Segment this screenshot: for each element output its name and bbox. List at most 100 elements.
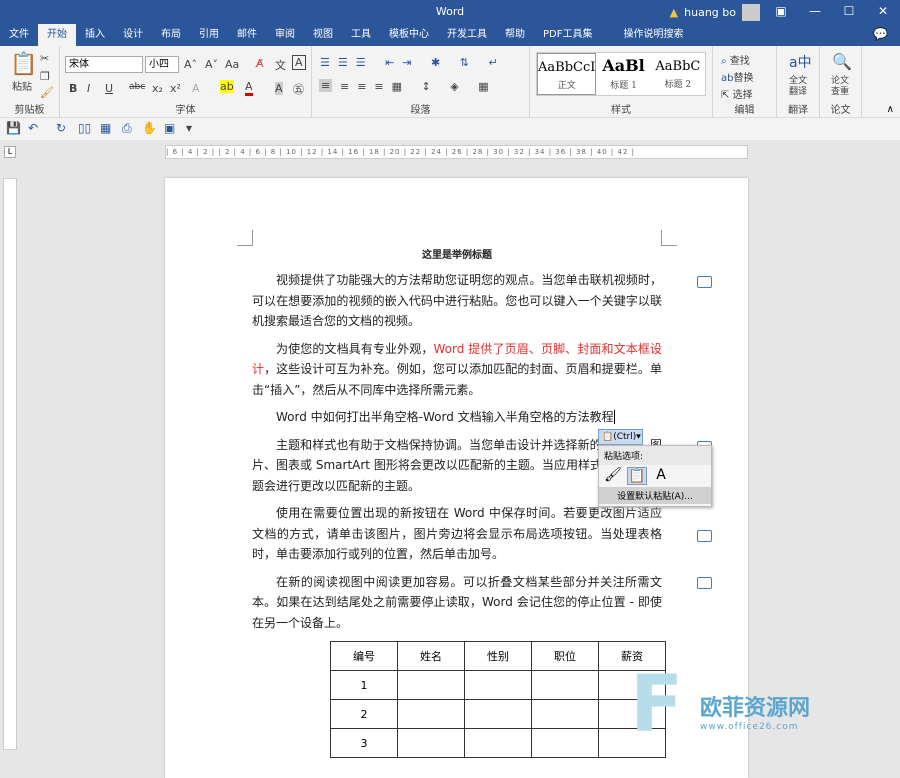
table-icon[interactable]: ▦ (100, 121, 111, 135)
tab-7[interactable]: 审阅 (266, 24, 304, 46)
tab-selector[interactable]: L (4, 146, 16, 158)
tab-8[interactable]: 视图 (304, 24, 342, 46)
close-icon[interactable]: ✕ (866, 0, 900, 22)
shrink-font-icon[interactable]: A˅ (205, 58, 218, 71)
table-cell[interactable] (531, 670, 599, 700)
underline-icon[interactable]: U (105, 82, 113, 95)
table-cell[interactable] (464, 728, 532, 758)
comments-icon[interactable]: 💬 (873, 27, 888, 41)
text: 为使您的文档具有专业外观， (276, 341, 434, 356)
save-icon[interactable]: 💾 (6, 121, 21, 135)
copy-icon[interactable]: ❐ (40, 70, 50, 83)
clear-format-icon[interactable]: A̸ (256, 57, 264, 70)
header-cell[interactable]: 姓名 (397, 641, 465, 671)
table-cell[interactable] (397, 670, 465, 700)
find-button[interactable]: ⌕ 查找 (721, 52, 750, 67)
comment-icon[interactable] (697, 530, 712, 542)
list-icons[interactable]: ☰☰☰ ⇤⇥ ✱ ⇅ ↵ (320, 56, 506, 69)
tab-12[interactable]: 帮助 (496, 24, 534, 46)
enclose-char-icon[interactable]: ㊄ (293, 81, 304, 97)
table-cell[interactable] (464, 699, 532, 729)
merge-format-icon[interactable]: 📋 (627, 467, 647, 485)
minimize-icon[interactable]: — (798, 0, 832, 22)
table-cell[interactable] (531, 699, 599, 729)
paste-button[interactable]: 粘贴 (12, 78, 32, 93)
phonetic-icon[interactable]: 文 (275, 57, 286, 73)
tab-14[interactable]: 操作说明搜索 (601, 24, 692, 46)
table-cell[interactable]: 3 (330, 728, 398, 758)
tab-10[interactable]: 模板中心 (380, 24, 438, 46)
tab-2[interactable]: 插入 (76, 24, 114, 46)
keep-source-format-icon[interactable]: 🖌 (603, 467, 623, 485)
translate-icon[interactable]: a中 (789, 52, 812, 72)
tab-4[interactable]: 布局 (152, 24, 190, 46)
paste-icon[interactable]: 📋 (10, 52, 37, 77)
print-preview-icon[interactable]: ⎙ (122, 121, 132, 136)
style-2[interactable]: AaBbC 标题 2 (651, 53, 705, 95)
header-cell[interactable]: 性别 (464, 641, 532, 671)
redo-icon[interactable]: ↻ (56, 121, 66, 135)
comment-icon[interactable] (697, 276, 712, 288)
undo-icon[interactable]: ↶ (28, 121, 38, 135)
paste-options-button[interactable]: 📋(Ctrl)▾ (598, 429, 643, 445)
text-effects-icon[interactable]: A (192, 82, 200, 95)
font-name-select[interactable]: 宋体 (65, 56, 143, 73)
style-preview: AaBl (602, 56, 645, 75)
table-cell[interactable] (464, 670, 532, 700)
customize-qat-icon[interactable]: ▾ (186, 121, 192, 135)
italic-icon[interactable]: I (87, 82, 90, 95)
maximize-icon[interactable]: ☐ (832, 0, 866, 22)
grow-font-icon[interactable]: A˄ (184, 58, 197, 71)
vertical-ruler[interactable] (3, 178, 17, 750)
paper-check-button[interactable]: 论文查重 (831, 76, 853, 98)
paragraph: 在新的阅读视图中阅读更加容易。可以折叠文档某些部分并关注所需文本。如果在达到结尾… (252, 574, 662, 630)
image-icon[interactable]: ▣ (164, 121, 175, 135)
table-cell[interactable]: 2 (330, 699, 398, 729)
tab-11[interactable]: 开发工具 (438, 24, 496, 46)
tab-0[interactable]: 文件 (0, 24, 38, 46)
tab-1[interactable]: 开始 (38, 24, 76, 46)
replace-button[interactable]: ab替换 (721, 69, 753, 84)
superscript-icon[interactable]: x² (170, 82, 181, 95)
header-cell[interactable]: 职位 (531, 641, 599, 671)
table-cell[interactable] (397, 728, 465, 758)
horizontal-ruler[interactable]: | 6 | 4 | 2 | | 2 | 4 | 6 | 8 | 10 | 12 … (165, 145, 748, 159)
font-color-icon[interactable]: A (245, 80, 253, 96)
tab-5[interactable]: 引用 (190, 24, 228, 46)
account[interactable]: ▲ huang bo (670, 4, 760, 21)
cut-icon[interactable]: ✂ (40, 52, 49, 65)
ribbon-display-icon[interactable]: ▣ (764, 0, 798, 22)
table-cell[interactable] (531, 728, 599, 758)
font-size-select[interactable]: 小四 (145, 56, 179, 73)
style-0[interactable]: AaBbCcI 正文 (537, 53, 597, 95)
table-cell[interactable]: 1 (330, 670, 398, 700)
data-table[interactable]: 编号 姓名 性别 职位 薪资 1 2 3 (330, 641, 666, 758)
touch-mode-icon[interactable]: ✋ (142, 121, 157, 135)
bold-icon[interactable]: B (69, 82, 77, 95)
clipboard-group: 📋 粘贴 ✂ ❐ 🖌 剪贴板 (0, 46, 60, 118)
highlight-icon[interactable]: ab (220, 80, 234, 93)
tab-9[interactable]: 工具 (342, 24, 380, 46)
set-default-paste[interactable]: 设置默认粘贴(A)... (599, 487, 711, 504)
tab-6[interactable]: 邮件 (228, 24, 266, 46)
table-cell[interactable] (397, 699, 465, 729)
header-cell[interactable]: 编号 (330, 641, 398, 671)
keep-text-only-icon[interactable]: A (651, 467, 671, 485)
tab-3[interactable]: 设计 (114, 24, 152, 46)
subscript-icon[interactable]: x₂ (152, 82, 163, 95)
style-1[interactable]: AaBl 标题 1 (596, 53, 650, 95)
collapse-ribbon-icon[interactable]: ∧ (887, 104, 894, 115)
char-border-icon[interactable]: A (292, 55, 306, 70)
paper-check-icon[interactable]: 🔍 (832, 52, 852, 71)
comment-icon[interactable] (697, 577, 712, 589)
align-left-icon[interactable]: ≡ (319, 79, 333, 92)
char-shading-icon[interactable]: A (275, 82, 283, 95)
select-button[interactable]: ⇱ 选择 (721, 86, 753, 101)
view-icon[interactable]: ▯▯ (78, 121, 91, 135)
strikethrough-icon[interactable]: abc (129, 82, 145, 92)
tab-13[interactable]: PDF工具集 (534, 24, 601, 46)
change-case-icon[interactable]: Aa (225, 58, 239, 71)
align-icons[interactable]: ≡≡≡▦ ↕ ◈ ▦ (340, 80, 497, 93)
format-painter-icon[interactable]: 🖌 (40, 86, 54, 99)
full-translate-button[interactable]: 全文翻译 (789, 76, 811, 98)
